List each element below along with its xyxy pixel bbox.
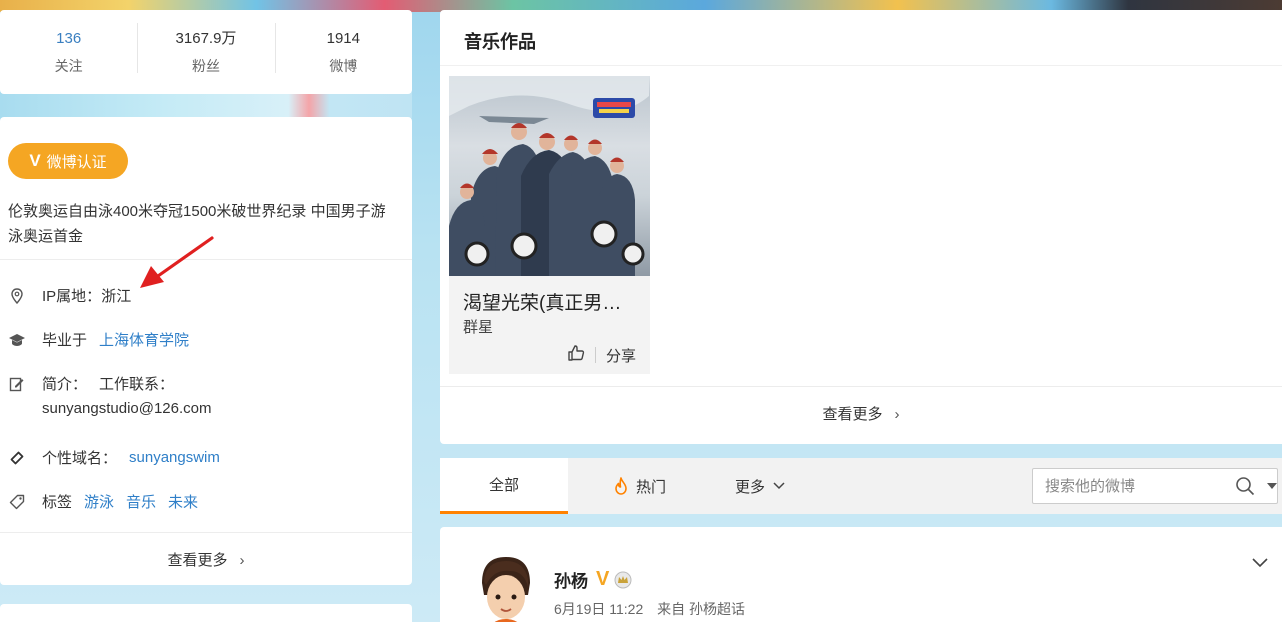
edit-icon <box>8 375 26 393</box>
tag-link[interactable]: 音乐 <box>126 491 156 512</box>
flame-icon <box>614 477 628 495</box>
search-box <box>1032 468 1278 504</box>
domain-row: 个性域名： sunyangswim <box>8 447 220 468</box>
poster-name[interactable]: 孙杨 <box>554 567 588 592</box>
background-decoration <box>0 92 412 118</box>
verify-badge[interactable]: V 微博认证 <box>8 143 128 179</box>
music-card: 音乐作品 渴望光荣(真正男… 群星 分享 查看更多 › <box>440 10 1282 444</box>
tags-row: 标签 游泳 音乐 未来 <box>8 491 198 512</box>
search-icon[interactable] <box>1235 476 1255 496</box>
stat-following-count: 136 <box>56 30 82 47</box>
album-artist[interactable]: 群星 <box>463 316 493 337</box>
poster-name-row: 孙杨 V <box>554 567 633 592</box>
tags-label: 标签 <box>42 494 73 511</box>
tag-icon <box>8 493 26 511</box>
verified-v-icon: V <box>29 151 41 170</box>
stat-followers-label: 粉丝 <box>191 58 220 74</box>
verified-v-icon: V <box>596 568 610 590</box>
post-source[interactable]: 孙杨超话 <box>689 601 745 617</box>
post-date[interactable]: 6月19日 11:22 <box>554 601 643 617</box>
tab-hot-label: 热门 <box>635 478 666 496</box>
chevron-down-icon <box>773 482 785 490</box>
feed-post-card: 孙杨 V 6月19日 11:22 来自 孙杨超话 <box>440 527 1282 622</box>
stat-posts[interactable]: 1914 微博 <box>274 23 412 75</box>
album-share-button[interactable]: 分享 <box>606 345 636 366</box>
intro-email: sunyangstudio@126.com <box>42 400 212 417</box>
search-scope-dropdown-icon[interactable] <box>1267 483 1277 489</box>
education-row: 毕业于 上海体育学院 <box>8 329 189 350</box>
album-card[interactable]: 渴望光荣(真正男… 群星 分享 <box>449 76 650 374</box>
school-prefix: 毕业于 <box>42 332 88 349</box>
post-options-chevron-icon[interactable] <box>1252 555 1268 573</box>
like-thumb-icon[interactable] <box>567 344 585 366</box>
intro-label: 简介： <box>42 376 88 393</box>
intro-row: 简介： 工作联系： <box>8 373 174 394</box>
stat-following[interactable]: 136 关注 <box>0 29 137 75</box>
tab-more-label: 更多 <box>734 478 765 496</box>
divider <box>440 386 1282 387</box>
profile-info-card: V 微博认证 伦敦奥运自由泳400米夺冠1500米破世界纪录 中国男子游泳奥运首… <box>0 117 412 585</box>
divider <box>440 65 1282 66</box>
location-pin-icon <box>8 287 26 305</box>
link-icon <box>8 449 26 467</box>
stats-card: 136 关注 3167.9万 粉丝 1914 微博 <box>0 10 412 94</box>
album-cover[interactable] <box>449 76 650 276</box>
sidebar-next-card <box>0 604 412 622</box>
profile-more-label: 查看更多 <box>167 552 228 569</box>
school-link[interactable]: 上海体育学院 <box>99 329 189 350</box>
verify-label: 微博认证 <box>46 153 107 171</box>
profile-bio: 伦敦奥运自由泳400米夺冠1500米破世界纪录 中国男子游泳奥运首金 <box>8 203 386 245</box>
ip-location-row: IP属地： 浙江 <box>8 285 131 306</box>
tag-link[interactable]: 未来 <box>168 491 198 512</box>
stat-followers[interactable]: 3167.9万 粉丝 <box>137 23 274 75</box>
stat-posts-count: 1914 <box>326 30 360 47</box>
stat-posts-label: 微博 <box>329 58 358 74</box>
domain-label: 个性域名： <box>42 450 118 467</box>
tab-hot[interactable]: 热门 <box>590 458 690 514</box>
divider <box>0 259 412 260</box>
intro-text: 工作联系： <box>99 376 175 393</box>
tab-more[interactable]: 更多 <box>720 458 800 514</box>
divider <box>594 347 596 363</box>
divider <box>0 532 412 533</box>
graduation-cap-icon <box>8 331 26 349</box>
post-source-prefix: 来自 <box>657 601 686 617</box>
chevron-right-icon: › <box>239 552 245 569</box>
music-section-title: 音乐作品 <box>464 32 536 52</box>
tag-link[interactable]: 游泳 <box>84 491 114 512</box>
music-more-label: 查看更多 <box>822 406 883 423</box>
profile-more-button[interactable]: 查看更多 › <box>0 549 412 570</box>
post-meta: 6月19日 11:22 来自 孙杨超话 <box>554 599 745 619</box>
member-crown-icon[interactable] <box>613 571 633 589</box>
domain-link[interactable]: sunyangswim <box>129 449 220 466</box>
album-actions: 分享 <box>567 344 636 366</box>
tab-all-label: 全部 <box>488 477 519 494</box>
music-more-button[interactable]: 查看更多 › <box>440 403 1282 424</box>
stat-followers-count: 3167.9万 <box>175 30 237 47</box>
ip-label: IP属地： <box>42 288 102 305</box>
feed-tabs: 全部 热门 更多 <box>440 458 1282 514</box>
tab-all[interactable]: 全部 <box>440 458 568 514</box>
search-input[interactable] <box>1045 477 1225 495</box>
stat-following-label: 关注 <box>54 58 83 74</box>
chevron-right-icon: › <box>894 406 900 423</box>
avatar[interactable] <box>480 555 532 622</box>
ip-value: 浙江 <box>101 288 132 305</box>
album-name[interactable]: 渴望光荣(真正男… <box>463 288 621 315</box>
